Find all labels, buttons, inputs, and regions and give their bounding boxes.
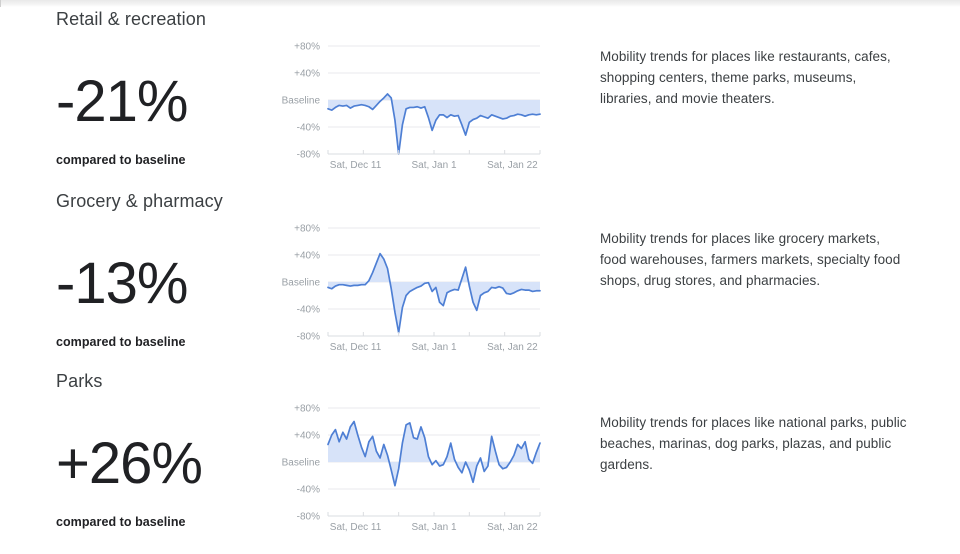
baseline-comparison-label: compared to baseline xyxy=(56,515,186,529)
y-axis-tick-label: -40% xyxy=(297,305,320,316)
baseline-comparison-label: compared to baseline xyxy=(56,335,186,349)
category-description: Mobility trends for places like grocery … xyxy=(600,231,901,288)
chart-xaxis xyxy=(327,512,541,517)
x-axis-tick-label: Sat, Jan 1 xyxy=(411,522,456,533)
baseline-comparison-label: compared to baseline xyxy=(56,153,186,167)
x-axis-tick-label: Sat, Dec 11 xyxy=(330,522,382,533)
trend-chart-grocery-and-pharmacy[interactable]: +80% +40% Baseline -40% -80% Sat, Dec 11 Sat,… xyxy=(278,218,548,358)
x-axis-tick-label: Sat, Dec 11 xyxy=(330,342,382,353)
chart-ylabels: +80% +40% Baseline -40% -80% xyxy=(282,404,321,523)
y-axis-tick-label: Baseline xyxy=(282,96,321,107)
trend-chart-svg: +80%+40%Baseline-40%-80% Sat, Dec 11 Sat,… xyxy=(282,42,541,171)
y-axis-tick-label: +40% xyxy=(294,431,320,442)
top-edge-strip xyxy=(0,0,960,7)
chart-gridlines xyxy=(328,227,540,310)
category-section-grocery-and-pharmacy: Grocery & pharmacy -13% compared to base… xyxy=(0,182,960,369)
y-axis-tick-label: +80% xyxy=(294,42,320,53)
category-title: Grocery & pharmacy xyxy=(56,191,223,211)
summary-block: Parks +26% compared to baseline xyxy=(56,370,286,529)
trend-chart-svg: +80%+40%Baseline-40%-80% Sat, Dec 11 Sat,… xyxy=(282,224,541,353)
category-section-parks: Parks +26% compared to baseline +80% +40%… xyxy=(0,362,960,549)
y-axis-tick-label: +80% xyxy=(294,224,320,235)
category-percent-change: -13% xyxy=(56,251,188,316)
trend-chart-retail-and-recreation[interactable]: +80% +40% Baseline -40% -80% Sat, Dec 11 Sat,… xyxy=(278,36,548,176)
chart-xlabels: Sat, Dec 11 Sat, Jan 1 Sat, Jan 22 xyxy=(330,342,538,353)
y-axis-tick-label: -80% xyxy=(297,332,320,343)
y-axis-tick-label: +40% xyxy=(294,251,320,262)
category-section-retail-and-recreation: Retail & recreation -21% compared to bas… xyxy=(0,8,960,195)
y-axis-tick-label: -40% xyxy=(297,123,320,134)
trend-chart-parks[interactable]: +80% +40% Baseline -40% -80% Sat, Dec 11 Sat,… xyxy=(278,398,548,538)
summary-block: Grocery & pharmacy -13% compared to base… xyxy=(56,190,286,349)
y-axis-tick-label: +80% xyxy=(294,404,320,415)
chart-xlabels: Sat, Dec 11 Sat, Jan 1 Sat, Jan 22 xyxy=(330,160,538,171)
category-percent-change: -21% xyxy=(56,69,188,134)
y-axis-tick-label: +40% xyxy=(294,69,320,80)
y-axis-tick-label: -80% xyxy=(297,512,320,523)
trend-chart-svg: +80%+40%Baseline-40%-80% Sat, Dec 11 Sat,… xyxy=(282,404,541,533)
x-axis-tick-label: Sat, Dec 11 xyxy=(330,160,382,171)
chart-ylabels: +80% +40% Baseline -40% -80% xyxy=(282,42,321,161)
chart-xaxis xyxy=(327,150,541,155)
chart-series-area xyxy=(328,421,540,486)
x-axis-tick-label: Sat, Jan 1 xyxy=(411,160,456,171)
x-axis-tick-label: Sat, Jan 22 xyxy=(487,342,538,353)
category-description: Mobility trends for places like national… xyxy=(600,415,907,472)
category-percent-change: +26% xyxy=(56,431,203,496)
chart-xlabels: Sat, Dec 11 Sat, Jan 1 Sat, Jan 22 xyxy=(330,522,538,533)
category-title: Parks xyxy=(56,371,103,391)
y-axis-tick-label: Baseline xyxy=(282,458,321,469)
top-edge-left-mark xyxy=(0,0,1,7)
x-axis-tick-label: Sat, Jan 1 xyxy=(411,342,456,353)
chart-ylabels: +80% +40% Baseline -40% -80% xyxy=(282,224,321,343)
x-axis-tick-label: Sat, Jan 22 xyxy=(487,522,538,533)
chart-xaxis xyxy=(327,332,541,337)
category-title: Retail & recreation xyxy=(56,9,206,29)
y-axis-tick-label: Baseline xyxy=(282,278,321,289)
summary-block: Retail & recreation -21% compared to bas… xyxy=(56,8,286,167)
category-description: Mobility trends for places like restaura… xyxy=(600,49,891,106)
chart-series-line xyxy=(327,252,541,334)
x-axis-tick-label: Sat, Jan 22 xyxy=(487,160,538,171)
mobility-report-page: Retail & recreation -21% compared to bas… xyxy=(0,0,960,554)
y-axis-tick-label: -40% xyxy=(297,485,320,496)
y-axis-tick-label: -80% xyxy=(297,150,320,161)
